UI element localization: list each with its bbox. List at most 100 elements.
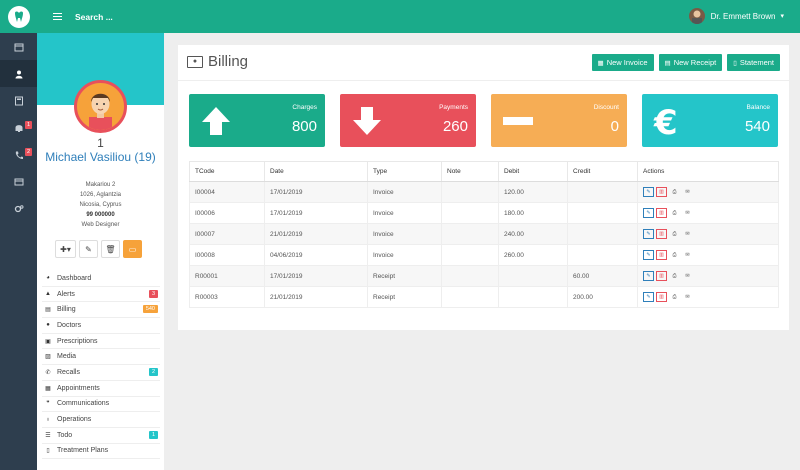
print-row-button[interactable]: ⎙ bbox=[669, 271, 680, 281]
calendar-icon: ▦ bbox=[45, 385, 51, 392]
edit-row-button[interactable]: ✎ bbox=[643, 208, 654, 218]
address-line-2: 1026, Aglantzia bbox=[79, 192, 122, 198]
edit-row-button[interactable]: ✎ bbox=[643, 187, 654, 197]
new-invoice-button[interactable]: ▦ New Invoice bbox=[591, 54, 654, 71]
cell-debit: 240.00 bbox=[498, 223, 568, 245]
search-input[interactable]: Search ... bbox=[75, 12, 113, 22]
col-type[interactable]: Type bbox=[367, 161, 442, 182]
menu-item-media[interactable]: ▨ Media bbox=[42, 349, 160, 366]
cell-tcode: R00001 bbox=[189, 265, 265, 287]
trash-icon: ▥ bbox=[659, 231, 664, 237]
rail-item-card[interactable] bbox=[0, 168, 37, 195]
table-row: I00008 04/06/2019 Invoice 260.00 ✎ ▥ ⎙ ✉ bbox=[189, 244, 779, 266]
app-logo[interactable] bbox=[0, 0, 37, 33]
edit-patient-button[interactable]: ✎ bbox=[79, 240, 98, 258]
new-receipt-button[interactable]: ▤ New Receipt bbox=[658, 54, 723, 71]
envelope-icon: ✉ bbox=[685, 252, 690, 258]
patient-menu: ◕ Dashboard ▲ Alerts 3 ▤ Billing 540 ● Doctors… bbox=[42, 271, 160, 460]
medkit-icon: ▣ bbox=[45, 338, 51, 345]
email-row-button[interactable]: ✉ bbox=[682, 229, 693, 239]
edit-row-button[interactable]: ✎ bbox=[643, 292, 654, 302]
chevron-down-icon: ▾ bbox=[780, 13, 784, 20]
edit-row-button[interactable]: ✎ bbox=[643, 250, 654, 260]
menu-item-recalls[interactable]: ✆ Recalls 2 bbox=[42, 365, 160, 381]
calendar-icon bbox=[14, 43, 23, 51]
col-debit[interactable]: Debit bbox=[498, 161, 568, 182]
cell-tcode: I00007 bbox=[189, 223, 265, 245]
calculator-icon: ▦ bbox=[597, 59, 604, 67]
col-date[interactable]: Date bbox=[264, 161, 368, 182]
trash-icon: ▥ bbox=[659, 189, 664, 195]
print-row-button[interactable]: ⎙ bbox=[669, 229, 680, 239]
phone-icon bbox=[15, 151, 23, 159]
cell-note bbox=[441, 286, 499, 308]
menu-item-prescriptions[interactable]: ▣ Prescriptions bbox=[42, 334, 160, 350]
statement-button[interactable]: ▯ Statement bbox=[727, 54, 780, 71]
delete-row-button[interactable]: ▥ bbox=[656, 250, 667, 260]
billing-toolbar: ▦ New Invoice ▤ New Receipt ▯ Statement bbox=[591, 54, 780, 71]
billing-card: ● Billing ▦ New Invoice ▤ New Receipt ▯ Sta… bbox=[178, 45, 789, 330]
table-row: I00006 17/01/2019 Invoice 180.00 ✎ ▥ ⎙ ✉ bbox=[189, 202, 779, 224]
delete-row-button[interactable]: ▥ bbox=[656, 229, 667, 239]
edit-row-button[interactable]: ✎ bbox=[643, 271, 654, 281]
cell-type: Invoice bbox=[367, 181, 442, 203]
cell-credit bbox=[567, 223, 638, 245]
add-dropdown-button[interactable]: ✚▾ bbox=[55, 240, 76, 258]
col-credit[interactable]: Credit bbox=[567, 161, 638, 182]
rail-item-settings[interactable] bbox=[0, 195, 37, 222]
delete-row-button[interactable]: ▥ bbox=[656, 208, 667, 218]
edit-row-button[interactable]: ✎ bbox=[643, 229, 654, 239]
note-icon: ▭ bbox=[128, 244, 137, 254]
delete-row-button[interactable]: ▥ bbox=[656, 292, 667, 302]
delete-row-button[interactable]: ▥ bbox=[656, 187, 667, 197]
delete-patient-button[interactable]: 🗑 bbox=[101, 240, 120, 258]
menu-item-dashboard[interactable]: ◕ Dashboard bbox=[42, 271, 160, 287]
user-icon bbox=[15, 70, 22, 78]
address-line-1: Makariou 2 bbox=[85, 182, 116, 188]
recalls-badge: 2 bbox=[25, 148, 33, 156]
delete-row-button[interactable]: ▥ bbox=[656, 271, 667, 281]
rail-item-patient[interactable] bbox=[0, 60, 37, 87]
menu-item-communications[interactable]: ❞ Communications bbox=[42, 397, 160, 413]
cell-date: 17/01/2019 bbox=[264, 181, 368, 203]
rail-item-calendar[interactable] bbox=[0, 33, 37, 60]
menu-toggle-icon[interactable] bbox=[53, 11, 62, 22]
email-row-button[interactable]: ✉ bbox=[682, 187, 693, 197]
email-row-button[interactable]: ✉ bbox=[682, 271, 693, 281]
comments-icon: ❞ bbox=[46, 401, 50, 408]
pencil-icon: ✎ bbox=[646, 231, 651, 237]
arrow-up-icon bbox=[202, 107, 230, 135]
patient-avatar bbox=[74, 80, 127, 133]
email-row-button[interactable]: ✉ bbox=[682, 292, 693, 302]
email-row-button[interactable]: ✉ bbox=[682, 208, 693, 218]
menu-item-todo[interactable]: ☰ Todo 1 bbox=[42, 428, 160, 444]
file-icon: ▯ bbox=[46, 448, 50, 455]
col-tcode[interactable]: TCode bbox=[189, 161, 265, 182]
cell-actions: ✎ ▥ ⎙ ✉ bbox=[637, 265, 779, 287]
cell-actions: ✎ ▥ ⎙ ✉ bbox=[637, 181, 779, 203]
menu-item-doctors[interactable]: ● Doctors bbox=[42, 318, 160, 334]
col-note[interactable]: Note bbox=[441, 161, 499, 182]
menu-item-alerts[interactable]: ▲ Alerts 3 bbox=[42, 287, 160, 303]
print-icon: ⎙ bbox=[672, 189, 677, 195]
alerts-badge: 1 bbox=[25, 121, 33, 129]
menu-item-appointments[interactable]: ▦ Appointments bbox=[42, 381, 160, 397]
menu-item-billing[interactable]: ▤ Billing 540 bbox=[42, 302, 160, 319]
menu-item-operations[interactable]: ♁ Operations bbox=[42, 412, 160, 428]
rail-item-phone[interactable]: 2 bbox=[0, 141, 37, 168]
menu-item-treatment-plans[interactable]: ▯ Treatment Plans bbox=[42, 444, 160, 460]
user-menu[interactable]: Dr. Emmett Brown ▾ bbox=[688, 8, 784, 24]
billing-balance-badge: 540 bbox=[142, 305, 158, 314]
email-row-button[interactable]: ✉ bbox=[682, 250, 693, 260]
rail-item-alerts[interactable]: 1 bbox=[0, 114, 37, 141]
cell-date: 17/01/2019 bbox=[264, 202, 368, 224]
pencil-icon: ✎ bbox=[646, 210, 651, 216]
cell-tcode: R00003 bbox=[189, 286, 265, 308]
rail-item-calculator[interactable] bbox=[0, 87, 37, 114]
print-row-button[interactable]: ⎙ bbox=[669, 187, 680, 197]
notes-button[interactable]: ▭ bbox=[123, 240, 142, 258]
print-row-button[interactable]: ⎙ bbox=[669, 250, 680, 260]
minus-icon bbox=[503, 117, 533, 125]
print-row-button[interactable]: ⎙ bbox=[669, 208, 680, 218]
print-row-button[interactable]: ⎙ bbox=[669, 292, 680, 302]
